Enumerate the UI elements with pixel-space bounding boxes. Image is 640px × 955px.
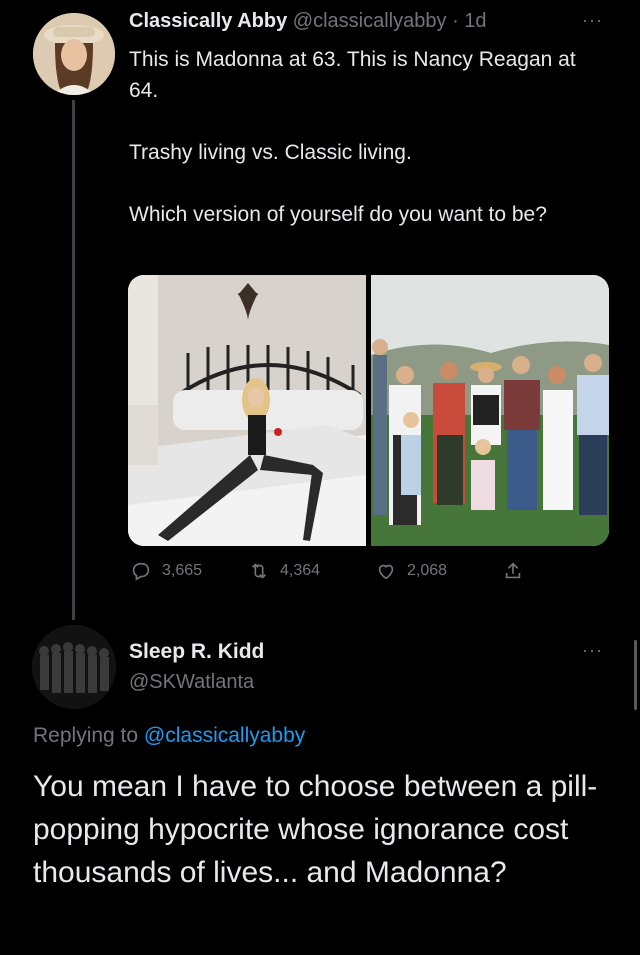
reply-action[interactable]: 3,665 bbox=[130, 560, 202, 582]
retweet-icon bbox=[251, 563, 267, 579]
replying-to-line: Replying to @classicallyabby bbox=[33, 724, 305, 748]
more-icon[interactable]: ··· bbox=[582, 10, 603, 31]
tweet-paragraph: Which version of yourself do you want to… bbox=[129, 203, 547, 226]
tweet-paragraph: Trashy living vs. Classic living. bbox=[129, 141, 412, 164]
tweet-header: Classically Abby @classicallyabby · 1d bbox=[129, 10, 599, 40]
header-separator: · bbox=[452, 10, 459, 32]
bedroom-photo bbox=[128, 275, 366, 546]
avatar-image bbox=[33, 13, 115, 95]
share-action[interactable] bbox=[502, 560, 524, 582]
author-avatar[interactable] bbox=[33, 13, 115, 95]
thread-line bbox=[72, 100, 75, 620]
author-name[interactable]: Classically Abby bbox=[129, 10, 287, 32]
reply-count: 3,665 bbox=[162, 562, 203, 579]
reply-author-handle[interactable]: @SKWatlanta bbox=[129, 671, 254, 694]
like-count: 2,068 bbox=[407, 562, 448, 579]
tweet-paragraph: This is Madonna at 63. This is Nancy Rea… bbox=[129, 48, 576, 102]
tweet-text: This is Madonna at 63. This is Nancy Rea… bbox=[129, 44, 599, 261]
reply-author-name[interactable]: Sleep R. Kidd bbox=[129, 640, 264, 664]
family-photo bbox=[371, 275, 609, 546]
reply-author-avatar[interactable] bbox=[32, 625, 116, 709]
media-image-reagan-family[interactable] bbox=[371, 275, 609, 546]
share-icon bbox=[505, 562, 521, 579]
reply-text: You mean I have to choose between a pill… bbox=[33, 770, 598, 889]
author-handle[interactable]: @classicallyabby bbox=[293, 10, 447, 32]
avatar-image bbox=[32, 625, 116, 709]
like-icon bbox=[378, 564, 394, 580]
replying-to-mention[interactable]: @classicallyabby bbox=[144, 724, 305, 747]
more-icon[interactable]: ··· bbox=[582, 640, 603, 661]
tweet-actions: 3,665 4,364 2,068 bbox=[130, 560, 530, 586]
reply-icon bbox=[132, 562, 150, 581]
scrollbar[interactable] bbox=[634, 640, 637, 710]
retweet-action[interactable]: 4,364 bbox=[248, 560, 320, 582]
media-image-madonna[interactable] bbox=[128, 275, 366, 546]
tweet-timestamp[interactable]: 1d bbox=[464, 10, 486, 32]
replying-to-label: Replying to bbox=[33, 724, 139, 747]
like-action[interactable]: 2,068 bbox=[375, 560, 447, 582]
retweet-count: 4,364 bbox=[280, 562, 321, 579]
tweet-media[interactable] bbox=[128, 275, 609, 546]
